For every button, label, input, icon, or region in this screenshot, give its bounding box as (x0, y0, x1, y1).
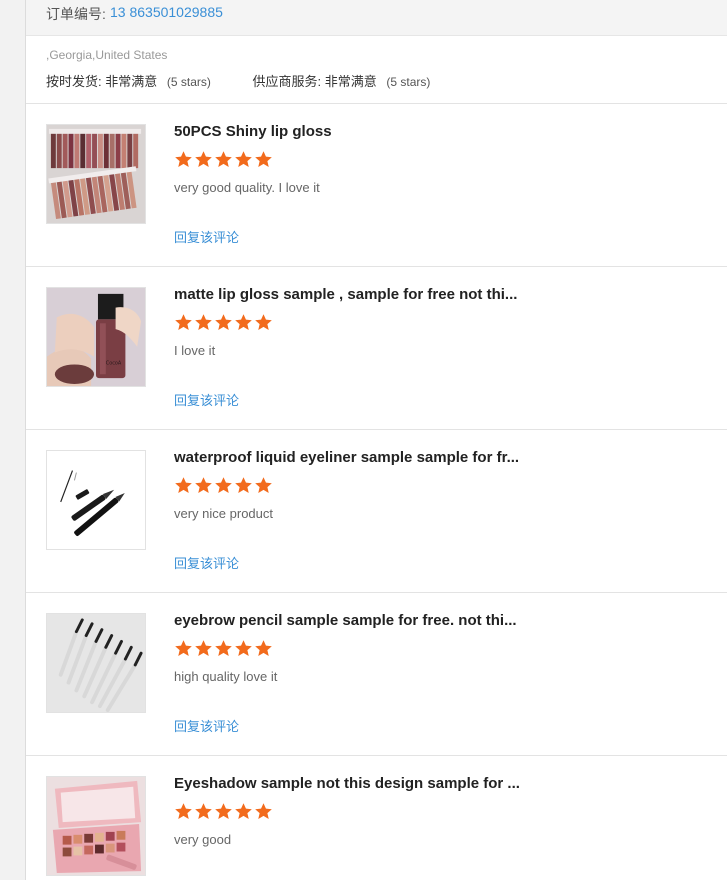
order-number-link[interactable]: 13 863501029885 (110, 4, 223, 20)
reply-link[interactable]: 回复该评论 (174, 390, 239, 409)
product-title[interactable]: eyebrow pencil sample sample for free. n… (174, 612, 517, 629)
star-icon (215, 803, 232, 820)
review-item: 50PCS Shiny lip gloss very good quality.… (26, 103, 727, 266)
star-icon (215, 477, 232, 494)
order-number-label: 订单编号: (46, 6, 106, 22)
review-item: CocoA matte lip gloss sample , sample fo… (26, 266, 727, 429)
star-icon (175, 803, 192, 820)
star-rating (174, 802, 273, 822)
review-item: waterproof liquid eyeliner sample sample… (26, 429, 727, 592)
reply-link[interactable]: 回复该评论 (174, 553, 239, 572)
star-icon (235, 803, 252, 820)
star-rating (174, 639, 273, 659)
star-icon (195, 151, 212, 168)
eyeshadow-palette-image (47, 777, 145, 875)
product-thumbnail[interactable] (46, 124, 146, 224)
product-title[interactable]: matte lip gloss sample , sample for free… (174, 286, 517, 303)
review-comment: very good (174, 832, 232, 847)
review-panel: 订单编号: 13 863501029885 ,Georgia,United St… (26, 0, 727, 880)
product-thumbnail[interactable] (46, 613, 146, 713)
product-thumbnail[interactable] (46, 776, 146, 876)
star-icon (195, 477, 212, 494)
eyebrow-pencils-image (47, 614, 145, 712)
matte-lip-gloss-image: CocoA (47, 288, 145, 386)
left-rail (0, 0, 26, 880)
star-icon (215, 640, 232, 657)
rating-shipping-stars: (5 stars) (166, 75, 211, 89)
rating-service: 供应商服务: 非常满意 (5 stars) (253, 71, 431, 90)
star-icon (175, 477, 192, 494)
rating-shipping: 按时发货: 非常满意 (5 stars) (46, 71, 211, 90)
rating-service-label: 供应商服务: (252, 74, 322, 89)
star-icon (235, 314, 252, 331)
star-icon (255, 803, 272, 820)
product-title[interactable]: 50PCS Shiny lip gloss (174, 123, 332, 140)
star-rating (174, 476, 273, 496)
star-icon (255, 640, 272, 657)
star-rating (174, 313, 273, 333)
star-icon (195, 640, 212, 657)
star-icon (175, 314, 192, 331)
product-title[interactable]: Eyeshadow sample not this design sample … (174, 775, 520, 792)
product-title[interactable]: waterproof liquid eyeliner sample sample… (174, 449, 519, 466)
review-comment: I love it (174, 343, 216, 358)
rating-service-value: 非常满意 (324, 74, 377, 89)
star-icon (235, 640, 252, 657)
buyer-address: ,Georgia,United States (46, 48, 168, 62)
svg-text:CocoA: CocoA (106, 360, 122, 366)
rating-service-stars: (5 stars) (386, 75, 431, 89)
order-bar: 订单编号: 13 863501029885 (26, 0, 727, 36)
rating-shipping-label: 按时发货: (46, 74, 102, 89)
reply-link[interactable]: 回复该评论 (174, 227, 239, 246)
rating-shipping-value: 非常满意 (105, 74, 158, 89)
star-icon (255, 477, 272, 494)
review-comment: very good quality. I love it (174, 180, 320, 195)
star-icon (175, 640, 192, 657)
reply-link[interactable]: 回复该评论 (174, 716, 239, 735)
star-rating (174, 150, 273, 170)
lip-gloss-set-image (47, 125, 145, 223)
product-thumbnail[interactable]: CocoA (46, 287, 146, 387)
seller-ratings: 按时发货: 非常满意 (5 stars) 供应商服务: 非常满意 (5 star… (46, 71, 430, 90)
star-icon (235, 151, 252, 168)
star-icon (235, 477, 252, 494)
star-icon (255, 314, 272, 331)
review-comment: very nice product (174, 506, 273, 521)
star-icon (195, 314, 212, 331)
review-comment: high quality love it (174, 669, 278, 684)
eyeliner-pens-image (47, 451, 145, 549)
review-item: eyebrow pencil sample sample for free. n… (26, 592, 727, 755)
star-icon (215, 314, 232, 331)
star-icon (175, 151, 192, 168)
review-item: Eyeshadow sample not this design sample … (26, 755, 727, 880)
star-icon (255, 151, 272, 168)
star-icon (195, 803, 212, 820)
page: 订单编号: 13 863501029885 ,Georgia,United St… (0, 0, 727, 880)
product-thumbnail[interactable] (46, 450, 146, 550)
star-icon (215, 151, 232, 168)
